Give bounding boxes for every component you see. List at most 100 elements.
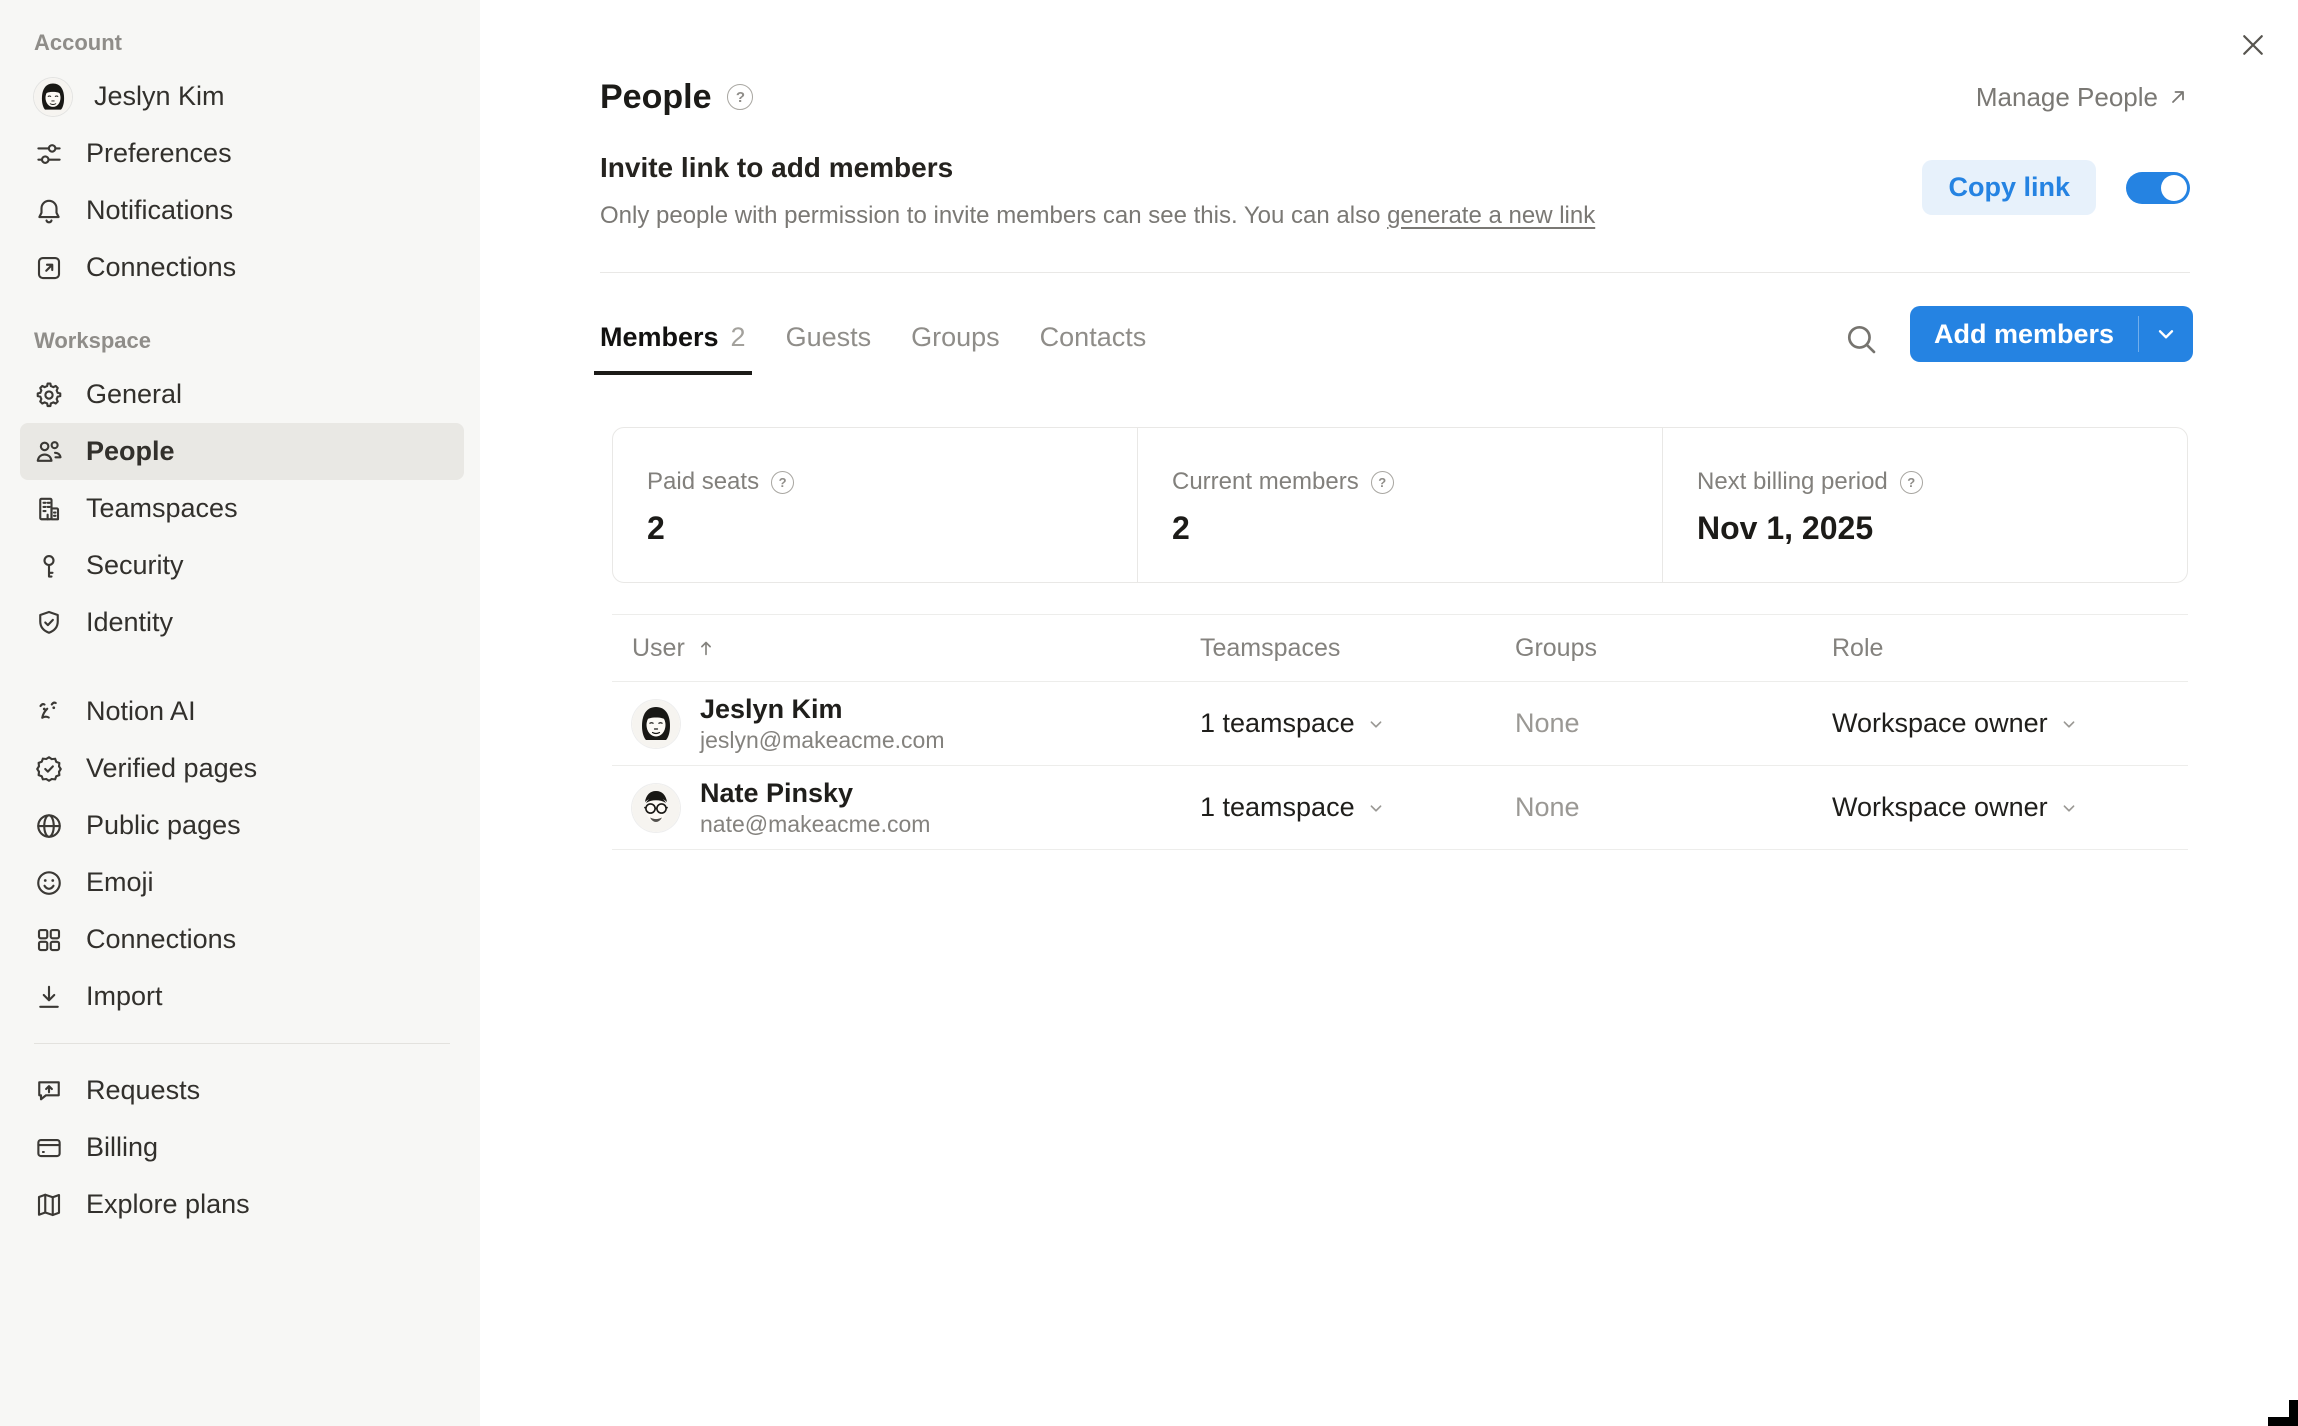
groups-value: None (1515, 708, 1832, 739)
sidebar-item-label: Emoji (86, 867, 154, 898)
members-table: User Teamspaces Groups Role Jeslyn Kim j… (612, 614, 2188, 850)
invite-description-text: Only people with permission to invite me… (600, 202, 1387, 229)
tab-contacts[interactable]: Contacts (1040, 322, 1147, 375)
table-header-row: User Teamspaces Groups Role (612, 614, 2188, 682)
sidebar-item-label: General (86, 379, 182, 410)
sidebar-item-notion-ai[interactable]: Notion AI (20, 683, 464, 740)
sidebar-item-label: Explore plans (86, 1189, 250, 1220)
column-header-role: Role (1832, 634, 2188, 663)
sidebar-item-teamspaces[interactable]: Teamspaces (20, 480, 464, 537)
sidebar-item-workspace-connections[interactable]: Connections (20, 911, 464, 968)
column-header-user[interactable]: User (632, 634, 1200, 663)
sidebar-item-emoji[interactable]: Emoji (20, 854, 464, 911)
stat-label: Next billing period (1697, 468, 1888, 496)
sidebar-item-billing[interactable]: Billing (20, 1119, 464, 1176)
tab-groups[interactable]: Groups (911, 322, 1000, 375)
stat-current-members: Current members? 2 (1137, 428, 1662, 582)
teamspaces-value: 1 teamspace (1200, 792, 1355, 823)
stat-value: 2 (1172, 510, 1662, 547)
sidebar-item-label: Jeslyn Kim (94, 81, 225, 112)
external-link-icon (34, 253, 64, 283)
close-icon[interactable] (2238, 30, 2268, 60)
sidebar-item-label: Connections (86, 924, 236, 955)
download-icon (34, 982, 64, 1012)
request-bubble-icon (34, 1076, 64, 1106)
invite-link-section: Invite link to add members Only people w… (600, 152, 2190, 230)
teamspaces-dropdown[interactable]: 1 teamspace (1200, 792, 1515, 823)
chevron-down-icon (2058, 713, 2080, 735)
search-icon[interactable] (1842, 320, 1882, 360)
sidebar-item-label: People (86, 436, 175, 467)
chevron-down-icon (1365, 713, 1387, 735)
add-members-button[interactable]: Add members (1910, 306, 2193, 362)
teamspaces-dropdown[interactable]: 1 teamspace (1200, 708, 1515, 739)
member-email: nate@makeacme.com (700, 811, 930, 837)
sidebar-item-verified-pages[interactable]: Verified pages (20, 740, 464, 797)
sidebar-item-explore-plans[interactable]: Explore plans (20, 1176, 464, 1233)
sidebar-item-label: Import (86, 981, 163, 1012)
credit-card-icon (34, 1133, 64, 1163)
sidebar-item-label: Requests (86, 1075, 200, 1106)
role-value: Workspace owner (1832, 792, 2048, 823)
stat-paid-seats: Paid seats? 2 (613, 428, 1137, 582)
member-email: jeslyn@makeacme.com (700, 727, 944, 753)
chevron-down-icon[interactable] (2139, 306, 2193, 362)
sidebar-section-workspace: Workspace (20, 328, 464, 354)
help-icon[interactable]: ? (1371, 471, 1394, 494)
sidebar-item-account-connections[interactable]: Connections (20, 239, 464, 296)
sidebar-section-account: Account (20, 30, 464, 56)
sidebar-item-identity[interactable]: Identity (20, 594, 464, 651)
stat-value: 2 (647, 510, 1137, 547)
notion-ai-face-icon (34, 697, 64, 727)
help-icon[interactable]: ? (1900, 471, 1923, 494)
role-dropdown[interactable]: Workspace owner (1832, 792, 2188, 823)
invite-link-toggle[interactable] (2126, 172, 2190, 204)
column-label: User (632, 634, 685, 663)
help-icon[interactable]: ? (771, 471, 794, 494)
billing-stats-card: Paid seats? 2 Current members? 2 Next bi… (612, 427, 2188, 583)
page-title: People (600, 78, 711, 117)
sidebar-item-public-pages[interactable]: Public pages (20, 797, 464, 854)
sidebar-item-preferences[interactable]: Preferences (20, 125, 464, 182)
stat-next-billing: Next billing period? Nov 1, 2025 (1662, 428, 2187, 582)
building-icon (34, 494, 64, 524)
invite-description: Only people with permission to invite me… (600, 202, 1595, 230)
sliders-icon (34, 139, 64, 169)
sidebar-item-label: Identity (86, 607, 173, 638)
tab-guests[interactable]: Guests (786, 322, 872, 375)
tab-members[interactable]: Members2 (600, 322, 746, 375)
sidebar-item-import[interactable]: Import (20, 968, 464, 1025)
stat-label: Paid seats (647, 468, 759, 496)
page-header: People ? Manage People (600, 74, 2190, 120)
gear-icon (34, 380, 64, 410)
sidebar-item-label: Billing (86, 1132, 158, 1163)
sidebar-item-people[interactable]: People (20, 423, 464, 480)
member-name: Jeslyn Kim (700, 694, 944, 724)
sidebar-item-general[interactable]: General (20, 366, 464, 423)
sidebar-item-label: Security (86, 550, 184, 581)
verified-badge-icon (34, 754, 64, 784)
table-row: Nate Pinsky nate@makeacme.com 1 teamspac… (612, 766, 2188, 850)
people-icon (34, 437, 64, 467)
stat-value: Nov 1, 2025 (1697, 510, 2187, 547)
generate-new-link[interactable]: generate a new link (1387, 202, 1595, 229)
key-icon (34, 551, 64, 581)
sidebar-item-notifications[interactable]: Notifications (20, 182, 464, 239)
copy-link-button[interactable]: Copy link (1922, 160, 2096, 215)
tab-bar: Members2 Guests Groups Contacts (600, 322, 1146, 375)
role-dropdown[interactable]: Workspace owner (1832, 708, 2188, 739)
sidebar-item-account-user[interactable]: Jeslyn Kim (20, 68, 464, 125)
tab-members-label: Members (600, 322, 719, 352)
chevron-down-icon (1365, 797, 1387, 819)
sidebar-item-requests[interactable]: Requests (20, 1062, 464, 1119)
toggle-knob (2161, 175, 2187, 201)
teamspaces-value: 1 teamspace (1200, 708, 1355, 739)
column-header-groups: Groups (1515, 634, 1832, 663)
globe-icon (34, 811, 64, 841)
help-icon[interactable]: ? (727, 84, 753, 110)
sort-asc-icon (695, 637, 717, 659)
table-row: Jeslyn Kim jeslyn@makeacme.com 1 teamspa… (612, 682, 2188, 766)
sidebar-item-security[interactable]: Security (20, 537, 464, 594)
manage-people-link[interactable]: Manage People (1976, 82, 2190, 113)
add-members-label: Add members (1910, 306, 2138, 362)
